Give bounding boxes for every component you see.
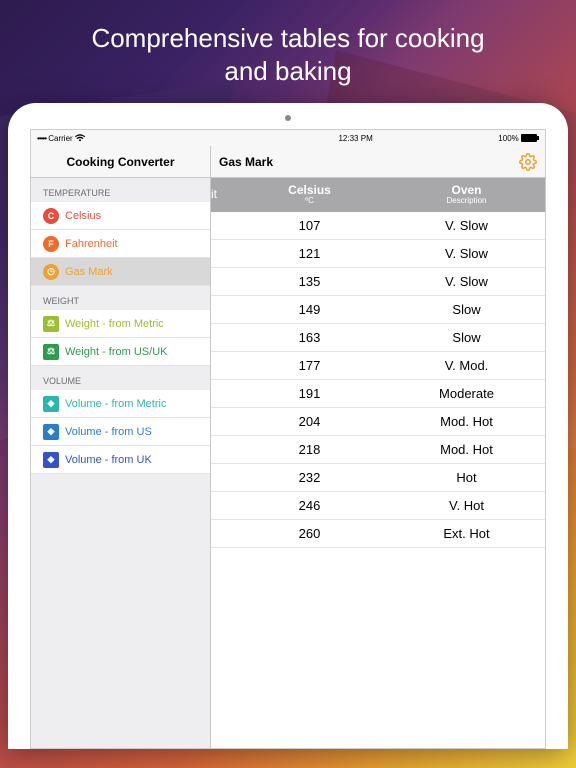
cell-truncated: [211, 296, 231, 323]
table-row[interactable]: 204Mod. Hot: [211, 408, 545, 436]
table-row[interactable]: 121V. Slow: [211, 240, 545, 268]
cell-description: V. Hot: [388, 492, 545, 519]
sidebar-item-label: Volume - from US: [65, 426, 152, 438]
cell-truncated: [211, 324, 231, 351]
sidebar-item[interactable]: ◆ Volume - from UK: [31, 446, 210, 474]
wifi-icon: [75, 134, 85, 142]
ipad-frame: ••••• Carrier 12:33 PM 100% Cooking Conv…: [8, 103, 568, 749]
cell-description: Mod. Hot: [388, 408, 545, 435]
sidebar-item-icon: ⚖: [43, 344, 59, 360]
cell-celsius: 191: [231, 380, 388, 407]
sidebar-item-icon: ◷: [43, 264, 59, 280]
sidebar-item-icon: C: [43, 208, 59, 224]
sidebar-item[interactable]: F Fahrenheit: [31, 230, 210, 258]
table-row[interactable]: 163Slow: [211, 324, 545, 352]
col-oven-sub: Description: [446, 197, 486, 206]
sidebar-title: Cooking Converter: [31, 146, 211, 177]
section-header: VOLUME: [31, 366, 210, 390]
ipad-screen: ••••• Carrier 12:33 PM 100% Cooking Conv…: [30, 129, 546, 749]
cell-truncated: [211, 408, 231, 435]
cell-celsius: 121: [231, 240, 388, 267]
section-header: TEMPERATURE: [31, 178, 210, 202]
table-row[interactable]: 149Slow: [211, 296, 545, 324]
sidebar-item-icon: ◆: [43, 424, 59, 440]
sidebar-item[interactable]: ◆ Volume - from US: [31, 418, 210, 446]
hero-line2: and baking: [224, 56, 351, 86]
sidebar-item[interactable]: ◷ Gas Mark: [31, 258, 210, 286]
cell-truncated: [211, 492, 231, 519]
cell-celsius: 232: [231, 464, 388, 491]
signal-icon: •••••: [37, 134, 46, 143]
cell-celsius: 135: [231, 268, 388, 295]
cell-celsius: 204: [231, 408, 388, 435]
cell-celsius: 246: [231, 492, 388, 519]
table-row[interactable]: 232Hot: [211, 464, 545, 492]
cell-truncated: [211, 352, 231, 379]
hero-tagline: Comprehensive tables for cooking and bak…: [0, 0, 576, 103]
table-row[interactable]: 246V. Hot: [211, 492, 545, 520]
cell-celsius: 177: [231, 352, 388, 379]
cell-celsius: 218: [231, 436, 388, 463]
sidebar-item-icon: ◆: [43, 452, 59, 468]
cell-truncated: [211, 240, 231, 267]
sidebar: TEMPERATURE C Celsius F Fahrenheit ◷ Gas Mark W…: [31, 178, 211, 748]
cell-truncated: [211, 520, 231, 547]
sidebar-item-icon: F: [43, 236, 59, 252]
settings-button[interactable]: [519, 153, 537, 171]
cell-description: V. Mod.: [388, 352, 545, 379]
conversion-table: it Celsius ºC Oven Description 107V. Slo…: [211, 178, 545, 748]
cell-celsius: 163: [231, 324, 388, 351]
table-header: it Celsius ºC Oven Description: [211, 178, 545, 212]
page-title: Gas Mark: [219, 155, 273, 169]
sidebar-item[interactable]: ◆ Volume - from Metric: [31, 390, 210, 418]
cell-description: V. Slow: [388, 240, 545, 267]
sidebar-item[interactable]: ⚖ Weight - from Metric: [31, 310, 210, 338]
cell-description: V. Slow: [388, 268, 545, 295]
cell-truncated: [211, 268, 231, 295]
cell-description: Slow: [388, 324, 545, 351]
cell-description: Ext. Hot: [388, 520, 545, 547]
sidebar-item-icon: ⚖: [43, 316, 59, 332]
cell-truncated: [211, 212, 231, 239]
section-header: WEIGHT: [31, 286, 210, 310]
cell-description: Slow: [388, 296, 545, 323]
hero-line1: Comprehensive tables for cooking: [91, 23, 484, 53]
sidebar-item-label: Weight - from Metric: [65, 318, 164, 330]
cell-truncated: [211, 464, 231, 491]
cell-celsius: 107: [231, 212, 388, 239]
cell-description: Moderate: [388, 380, 545, 407]
status-bar: ••••• Carrier 12:33 PM 100%: [31, 130, 545, 146]
sidebar-item[interactable]: C Celsius: [31, 202, 210, 230]
cell-description: Mod. Hot: [388, 436, 545, 463]
cell-celsius: 149: [231, 296, 388, 323]
status-time: 12:33 PM: [149, 134, 562, 143]
table-row[interactable]: 191Moderate: [211, 380, 545, 408]
col-celsius-sub: ºC: [305, 197, 314, 206]
cell-description: V. Slow: [388, 212, 545, 239]
table-row[interactable]: 260Ext. Hot: [211, 520, 545, 548]
sidebar-item-label: Fahrenheit: [65, 238, 118, 250]
sidebar-item-icon: ◆: [43, 396, 59, 412]
table-row[interactable]: 107V. Slow: [211, 212, 545, 240]
sidebar-item-label: Weight - from US/UK: [65, 346, 168, 358]
table-row[interactable]: 218Mod. Hot: [211, 436, 545, 464]
table-row[interactable]: 135V. Slow: [211, 268, 545, 296]
cell-description: Hot: [388, 464, 545, 491]
sidebar-item-label: Volume - from Metric: [65, 398, 166, 410]
sidebar-item-label: Celsius: [65, 210, 101, 222]
sidebar-item[interactable]: ⚖ Weight - from US/UK: [31, 338, 210, 366]
sidebar-item-label: Gas Mark: [65, 266, 113, 278]
table-row[interactable]: 177V. Mod.: [211, 352, 545, 380]
cell-celsius: 260: [231, 520, 388, 547]
col-truncated: it: [211, 188, 217, 201]
cell-truncated: [211, 436, 231, 463]
carrier-label: Carrier: [48, 134, 72, 143]
sidebar-item-label: Volume - from UK: [65, 454, 152, 466]
cell-truncated: [211, 380, 231, 407]
